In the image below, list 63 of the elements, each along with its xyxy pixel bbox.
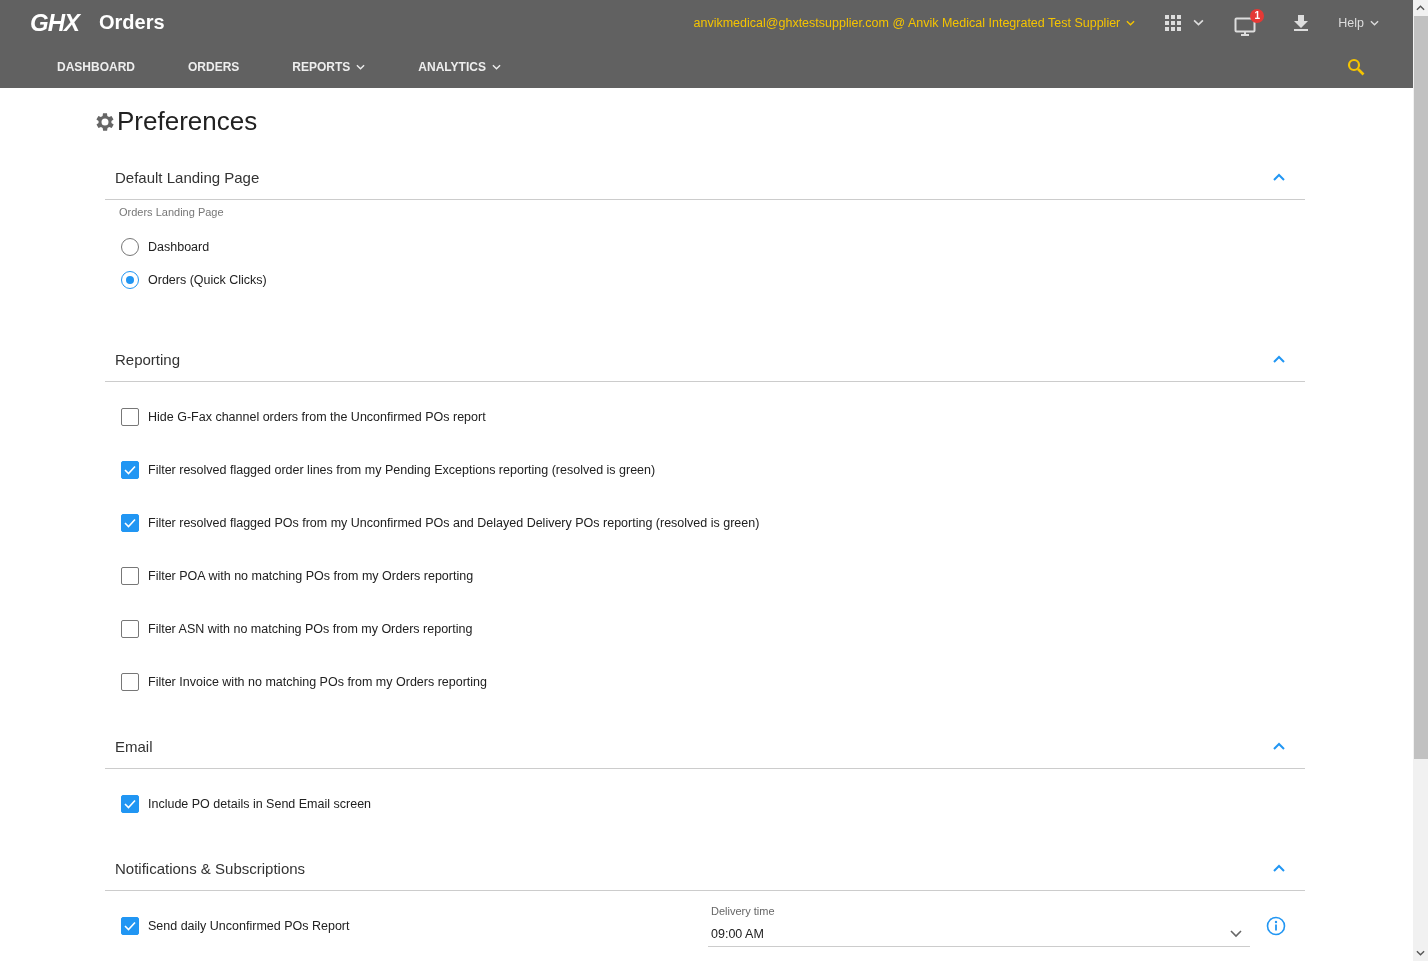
option-label: Hide G-Fax channel orders from the Unconfirmed POs report: [148, 409, 486, 424]
checkbox[interactable]: [121, 672, 139, 691]
scroll-up-icon[interactable]: [1416, 5, 1425, 11]
caret-icon: [1193, 19, 1205, 26]
section-header[interactable]: Reporting: [105, 337, 1305, 382]
monitor-icon: [1234, 16, 1257, 37]
option-label: Send daily Unconfirmed POs Report: [148, 918, 350, 933]
option-label: Filter Invoice with no matching POs from my Orders reporting: [148, 674, 487, 689]
logo[interactable]: GHX: [30, 8, 79, 37]
option-label: Filter POA with no matching POs from my Orders reporting: [148, 568, 474, 583]
option-label: Filter resolved flagged POs from my Unconfirmed POs and Delayed Delivery POs reporting (resolved is green): [148, 515, 760, 530]
apps-menu-button[interactable]: [1165, 14, 1205, 31]
scroll-down-icon[interactable]: [1416, 950, 1425, 956]
info-icon[interactable]: [1266, 915, 1286, 936]
checkbox[interactable]: [121, 513, 139, 532]
check-icon: [124, 798, 136, 809]
scrollbar-thumb[interactable]: [1413, 16, 1428, 759]
download-button[interactable]: [1294, 14, 1309, 31]
field-label: Delivery time: [710, 904, 776, 917]
section-header[interactable]: Default Landing Page: [105, 155, 1305, 200]
section-title: Email: [115, 737, 153, 755]
checkbox[interactable]: [121, 794, 139, 813]
notification-badge: 1: [1250, 8, 1265, 23]
nav-tab[interactable]: ORDERS: [188, 59, 240, 74]
chevron-icon[interactable]: [1273, 742, 1285, 750]
section-title: Default Landing Page: [115, 168, 260, 186]
caret-icon: [1126, 19, 1136, 26]
checkbox[interactable]: [121, 407, 139, 426]
nav-tab[interactable]: REPORTS: [292, 59, 366, 74]
option-label: Filter ASN with no matching POs from my Orders reporting: [148, 621, 473, 636]
check-icon: [124, 464, 136, 475]
page-title: Preferences: [117, 106, 258, 137]
checkbox[interactable]: [121, 566, 139, 585]
nav-tab[interactable]: ANALYTICS: [418, 59, 501, 74]
section-header[interactable]: Notifications & Subscriptions: [105, 846, 1305, 891]
option-label: Include PO details in Send Email screen: [148, 796, 372, 811]
app-title: Orders: [99, 11, 165, 34]
download-icon: [1294, 14, 1309, 31]
checkbox[interactable]: [121, 916, 139, 935]
option-label: Orders (Quick Clicks): [148, 272, 267, 287]
account-menu[interactable]: anvikmedical@ghxtestsupplier.com @ Anvik Medical Integrated Test Supplier: [693, 15, 1136, 30]
search-icon[interactable]: [1347, 57, 1365, 76]
checkbox[interactable]: [121, 460, 139, 479]
section-title: Reporting: [115, 350, 181, 368]
option-label: Dashboard: [148, 239, 210, 254]
section-title: Notifications & Subscriptions: [115, 859, 306, 877]
nav-tab[interactable]: DASHBOARD: [57, 59, 135, 74]
option-label: Filter resolved flagged order lines from my Pending Exceptions reporting (resolved is green): [148, 462, 656, 477]
chevron-icon[interactable]: [1273, 864, 1285, 872]
delivery-time-select[interactable]: 09:00 AM: [708, 921, 1250, 947]
caret-icon: [1230, 929, 1242, 938]
section-header[interactable]: Email: [105, 724, 1305, 769]
scrollbar[interactable]: [1413, 0, 1428, 961]
caret-icon: [1370, 19, 1379, 26]
chevron-icon[interactable]: [1273, 173, 1285, 181]
grid-icon: [1165, 14, 1182, 31]
group-caption: Orders Landing Page: [118, 205, 225, 220]
checkbox[interactable]: [121, 619, 139, 638]
notifications-button[interactable]: 1: [1230, 8, 1265, 37]
check-icon: [124, 920, 136, 931]
check-icon: [124, 517, 136, 528]
help-menu[interactable]: Help: [1338, 15, 1379, 30]
chevron-icon[interactable]: [1273, 355, 1285, 363]
